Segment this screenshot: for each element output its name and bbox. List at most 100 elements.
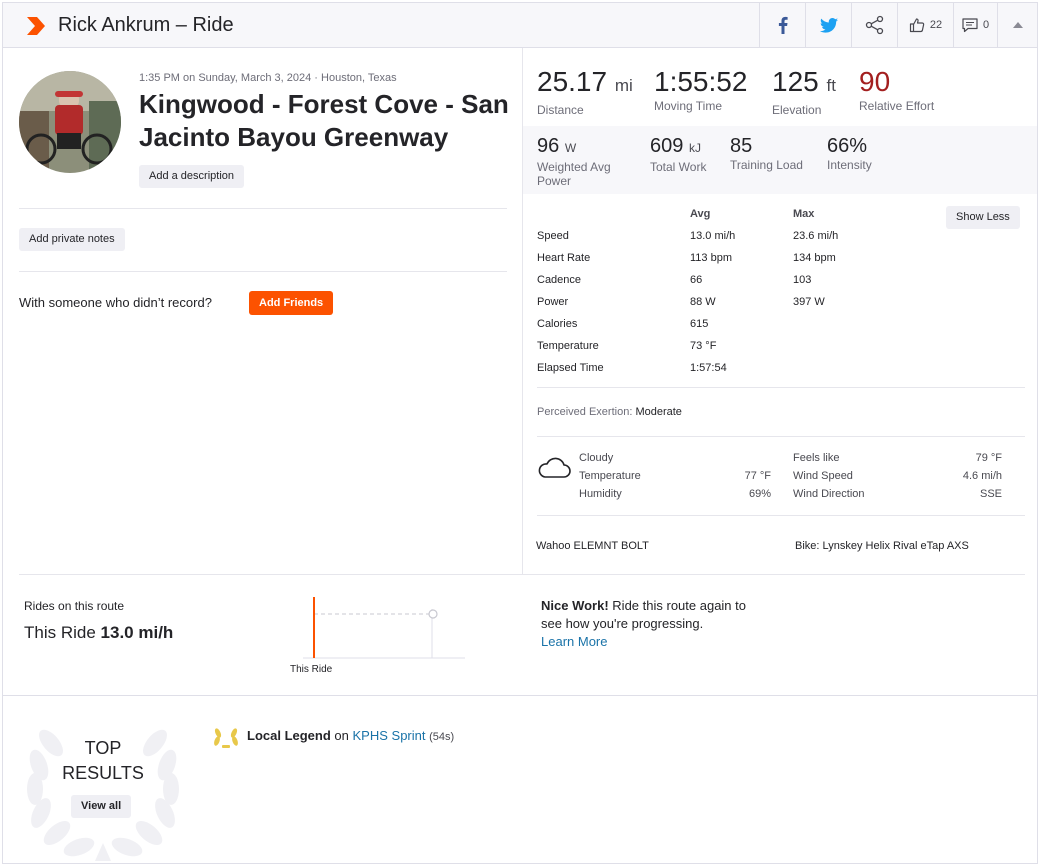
divider <box>19 208 507 209</box>
table-row: Power 88 W 397 W <box>537 296 937 318</box>
top-results-line1: TOP <box>84 738 122 758</box>
stat-value: 90 <box>859 66 891 97</box>
athlete-avatar[interactable] <box>19 71 121 173</box>
chart-this-ride-label: This Ride <box>290 664 333 675</box>
row-label: Heart Rate <box>537 252 591 264</box>
row-label: Power <box>537 296 569 308</box>
row-avg: 66 <box>690 274 703 286</box>
top-results-line2: RESULTS <box>62 763 144 783</box>
row-max: 103 <box>793 274 812 286</box>
stat-value: 66% <box>827 135 868 157</box>
nice-work-bold: Nice Work! <box>541 598 609 613</box>
device-name: Wahoo ELEMNT BOLT <box>536 540 649 552</box>
page-title: Rick Ankrum – Ride <box>58 14 234 36</box>
weather-temperature-label: Temperature <box>579 470 641 482</box>
max-header: Max <box>793 208 815 220</box>
page-header: Rick Ankrum – Ride 22 0 <box>3 3 1037 48</box>
exertion-label: Perceived Exertion: <box>537 406 633 418</box>
local-legend-on: on <box>334 728 349 743</box>
weather-wind-direction-label: Wind Direction <box>793 488 865 500</box>
row-max: 134 bpm <box>793 252 836 264</box>
local-legend-label: Local Legend <box>247 728 331 743</box>
stat-intensity: 66% Intensity <box>827 134 872 172</box>
row-label: Cadence <box>537 274 582 286</box>
row-label: Elapsed Time <box>537 362 604 374</box>
add-friends-button[interactable]: Add Friends <box>249 291 334 315</box>
collapse-button[interactable] <box>997 3 1037 47</box>
activity-name: Kingwood - Forest Cove - San Jacinto Bay… <box>139 89 509 152</box>
weather-temperature-value: 77 °F <box>744 470 771 482</box>
kudos-button[interactable]: 22 <box>897 3 953 47</box>
divider <box>537 515 1025 516</box>
show-less-button[interactable]: Show Less <box>946 206 1020 229</box>
weather-wind-direction-value: SSE <box>979 488 1002 500</box>
facebook-icon <box>778 16 788 34</box>
table-row: Calories 615 <box>537 318 937 340</box>
view-all-button[interactable]: View all <box>71 795 132 818</box>
weather-humidity-label: Humidity <box>579 488 622 500</box>
thumbs-up-icon <box>909 18 925 33</box>
stat-relative-effort[interactable]: 90 Relative Effort <box>859 65 934 113</box>
row-label: Speed <box>537 230 569 242</box>
comment-icon <box>962 17 978 32</box>
avatar-photo <box>19 71 121 173</box>
divider <box>19 271 507 272</box>
comments-button[interactable]: 0 <box>953 3 997 47</box>
table-row: Elapsed Time 1:57:54 <box>537 362 937 384</box>
stat-distance: 25.17 mi Distance <box>537 65 633 117</box>
top-results-title: TOP RESULTS <box>43 736 163 786</box>
row-avg: 73 °F <box>690 340 717 352</box>
cloud-icon <box>538 457 571 478</box>
stat-value: 25.17 <box>537 66 608 97</box>
row-max: 397 W <box>793 296 825 308</box>
stat-label: Relative Effort <box>859 99 935 113</box>
twitter-share-button[interactable] <box>805 3 851 47</box>
bike-name: Bike: Lynskey Helix Rival eTap AXS <box>795 540 969 552</box>
row-avg: 615 <box>690 318 709 330</box>
add-private-notes-button[interactable]: Add private notes <box>19 228 125 251</box>
row-avg: 1:57:54 <box>690 362 727 374</box>
activity-card: Rick Ankrum – Ride 22 0 1:35 PM on Sunda… <box>2 2 1038 864</box>
row-avg: 13.0 mi/h <box>690 230 736 242</box>
stat-training-load: 85 Training Load <box>730 134 803 172</box>
weather-condition: Cloudy <box>579 452 614 464</box>
row-label: Calories <box>537 318 578 330</box>
stat-label: Moving Time <box>654 99 723 113</box>
this-ride-speed: This Ride 13.0 mi/h <box>24 623 173 643</box>
add-description-button[interactable]: Add a description <box>139 165 244 188</box>
stat-value: 96 <box>537 135 560 157</box>
stat-unit: mi <box>614 76 633 95</box>
weather-wind-speed-label: Wind Speed <box>793 470 853 482</box>
stat-value: 125 <box>772 66 819 97</box>
comments-count: 0 <box>982 19 990 31</box>
row-max: 23.6 mi/h <box>793 230 839 242</box>
stat-label: Weighted Avg Power <box>537 160 611 188</box>
perceived-exertion: Perceived Exertion: Moderate <box>537 406 682 418</box>
learn-more-link[interactable]: Learn More <box>541 633 761 651</box>
stat-elevation: 125 ft Elevation <box>772 65 836 117</box>
weather-feels-like-label: Feels like <box>793 452 840 464</box>
stat-label: Elevation <box>772 103 822 117</box>
header-actions: 22 0 <box>759 3 1037 47</box>
weather-feels-like-value: 79 °F <box>975 452 1002 464</box>
weather-humidity-value: 69% <box>748 488 771 500</box>
strava-chevron-icon <box>27 17 45 35</box>
stat-value: 609 <box>650 135 684 157</box>
table-row: Speed 13.0 mi/h 23.6 mi/h <box>537 230 937 252</box>
facebook-share-button[interactable] <box>759 3 805 47</box>
divider <box>19 574 1025 575</box>
stat-unit: W <box>564 141 577 155</box>
twitter-icon <box>819 17 838 33</box>
stat-label: Total Work <box>650 160 707 174</box>
exertion-value: Moderate <box>635 406 682 418</box>
row-label: Temperature <box>537 340 599 352</box>
stat-label: Distance <box>537 103 584 117</box>
kudos-count: 22 <box>929 19 943 31</box>
share-button[interactable] <box>851 3 897 47</box>
segment-link[interactable]: KPHS Sprint <box>353 728 426 743</box>
rides-on-route-label: Rides on this route <box>24 599 125 613</box>
stat-weighted-avg-power: 96 W Weighted Avg Power <box>537 134 637 188</box>
row-avg: 113 bpm <box>690 252 732 264</box>
activity-meta: 1:35 PM on Sunday, March 3, 2024 · Houst… <box>139 72 397 84</box>
caret-up-icon <box>1012 22 1023 28</box>
